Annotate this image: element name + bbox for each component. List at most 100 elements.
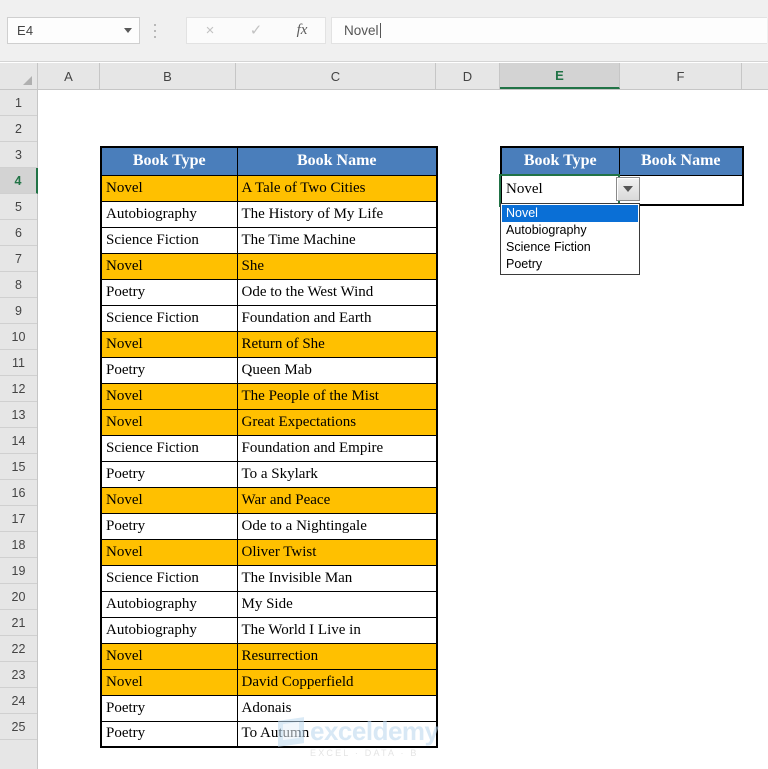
cell-book-type[interactable]: Poetry <box>100 694 238 722</box>
row-header-6[interactable]: 6 <box>0 220 37 246</box>
formula-bar-strip: E4 × ✓ fx Novel <box>0 0 768 62</box>
column-header-e[interactable]: E <box>500 63 620 89</box>
row-header-18[interactable]: 18 <box>0 532 37 558</box>
confirm-icon[interactable]: ✓ <box>233 18 279 43</box>
row-header-17[interactable]: 17 <box>0 506 37 532</box>
row-header-11[interactable]: 11 <box>0 350 37 376</box>
row-header-1[interactable]: 1 <box>0 90 37 116</box>
cell-book-type[interactable]: Novel <box>100 538 238 566</box>
cell-book-type[interactable]: Novel <box>100 252 238 280</box>
column-header-f[interactable]: F <box>620 63 742 89</box>
column-header-c[interactable]: C <box>236 63 436 89</box>
cell-book-name[interactable]: She <box>236 252 438 280</box>
formula-bar-grip-handle[interactable] <box>151 24 159 38</box>
formula-input[interactable]: Novel <box>331 17 767 44</box>
cell-book-name[interactable]: Great Expectations <box>236 408 438 436</box>
row-header-19[interactable]: 19 <box>0 558 37 584</box>
row-header-13[interactable]: 13 <box>0 402 37 428</box>
book-type-dropdown-cell[interactable]: Novel <box>500 174 620 206</box>
row-header-23[interactable]: 23 <box>0 662 37 688</box>
cell-book-name[interactable]: To Autumn <box>236 720 438 748</box>
cell-book-type[interactable]: Novel <box>100 382 238 410</box>
row-header-5[interactable]: 5 <box>0 194 37 220</box>
cell-book-name[interactable]: Oliver Twist <box>236 538 438 566</box>
cell-book-type[interactable]: Novel <box>100 408 238 436</box>
row-header-22[interactable]: 22 <box>0 636 37 662</box>
row-header-20[interactable]: 20 <box>0 584 37 610</box>
cell-book-name[interactable]: Return of She <box>236 330 438 358</box>
row-header-8[interactable]: 8 <box>0 272 37 298</box>
cell-book-type[interactable]: Science Fiction <box>100 564 238 592</box>
cell-book-type[interactable]: Novel <box>100 174 238 202</box>
row-header-3[interactable]: 3 <box>0 142 37 168</box>
cell-book-type[interactable]: Novel <box>100 642 238 670</box>
row-header-21[interactable]: 21 <box>0 610 37 636</box>
cell-book-type[interactable]: Novel <box>100 668 238 696</box>
cell-book-type[interactable]: Poetry <box>100 278 238 306</box>
cell-book-name[interactable]: To a Skylark <box>236 460 438 488</box>
dropdown-option[interactable]: Poetry <box>502 256 638 273</box>
name-box-dropdown-icon[interactable] <box>117 28 139 33</box>
cell-book-type[interactable]: Autobiography <box>100 616 238 644</box>
row-header-10[interactable]: 10 <box>0 324 37 350</box>
select-all-corner[interactable] <box>0 63 38 89</box>
row-header-15[interactable]: 15 <box>0 454 37 480</box>
cancel-icon[interactable]: × <box>187 18 233 43</box>
cell-book-name[interactable]: The World I Live in <box>236 616 438 644</box>
cell-book-type[interactable]: Poetry <box>100 720 238 748</box>
cell-book-name[interactable]: My Side <box>236 590 438 618</box>
dropdown-option[interactable]: Novel <box>502 205 638 222</box>
row-header-16[interactable]: 16 <box>0 480 37 506</box>
cell-book-name[interactable]: Foundation and Empire <box>236 434 438 462</box>
cell-book-type[interactable]: Novel <box>100 330 238 358</box>
table-row: Science Fiction Foundation and Earth <box>100 304 438 332</box>
row-header-4[interactable]: 4 <box>0 168 38 194</box>
cell-book-name[interactable]: Queen Mab <box>236 356 438 384</box>
insert-function-icon[interactable]: fx <box>279 18 325 43</box>
cell-book-name[interactable]: The Time Machine <box>236 226 438 254</box>
table-row: Poetry To Autumn <box>100 720 438 748</box>
cell-book-name[interactable]: A Tale of Two Cities <box>236 174 438 202</box>
table-row: Novel Return of She <box>100 330 438 358</box>
row-header-24[interactable]: 24 <box>0 688 37 714</box>
cell-book-name[interactable]: Resurrection <box>236 642 438 670</box>
cell-book-name[interactable]: Foundation and Earth <box>236 304 438 332</box>
column-header-d[interactable]: D <box>436 63 500 89</box>
table-row: Novel She <box>100 252 438 280</box>
cell-book-name[interactable]: The Invisible Man <box>236 564 438 592</box>
row-header-2[interactable]: 2 <box>0 116 37 142</box>
worksheet-canvas[interactable]: Book Type Book Name Novel A Tale of Two C… <box>38 90 768 769</box>
cell-book-type[interactable]: Autobiography <box>100 590 238 618</box>
dropdown-option[interactable]: Autobiography <box>502 222 638 239</box>
name-box[interactable]: E4 <box>7 17 140 44</box>
row-header-12[interactable]: 12 <box>0 376 37 402</box>
column-header-b[interactable]: B <box>100 63 236 89</box>
cell-book-type[interactable]: Science Fiction <box>100 226 238 254</box>
cell-book-type[interactable]: Poetry <box>100 356 238 384</box>
row-header-7[interactable]: 7 <box>0 246 37 272</box>
table-row: Science Fiction The Invisible Man <box>100 564 438 592</box>
cell-book-type[interactable]: Science Fiction <box>100 304 238 332</box>
cell-book-type[interactable]: Science Fiction <box>100 434 238 462</box>
cell-book-name[interactable]: The People of the Mist <box>236 382 438 410</box>
cell-book-name[interactable]: War and Peace <box>236 486 438 514</box>
table-row: Novel War and Peace <box>100 486 438 514</box>
column-title-book-type: Book Type <box>100 146 238 176</box>
row-header-25[interactable]: 25 <box>0 714 37 740</box>
table-row: Novel Oliver Twist <box>100 538 438 566</box>
cell-book-type[interactable]: Poetry <box>100 460 238 488</box>
cell-book-type[interactable]: Autobiography <box>100 200 238 228</box>
cell-book-type[interactable]: Novel <box>100 486 238 514</box>
cell-book-name[interactable]: Adonais <box>236 694 438 722</box>
row-header-14[interactable]: 14 <box>0 428 37 454</box>
dropdown-option[interactable]: Science Fiction <box>502 239 638 256</box>
column-header-a[interactable]: A <box>38 63 100 89</box>
dropdown-toggle-button[interactable] <box>616 177 640 201</box>
row-header-9[interactable]: 9 <box>0 298 37 324</box>
cell-book-name[interactable]: Ode to a Nightingale <box>236 512 438 540</box>
cell-book-type[interactable]: Poetry <box>100 512 238 540</box>
cell-book-name[interactable]: Ode to the West Wind <box>236 278 438 306</box>
cell-book-name[interactable]: The History of My Life <box>236 200 438 228</box>
dropdown-option-list[interactable]: Novel Autobiography Science Fiction Poetry <box>500 203 640 275</box>
cell-book-name[interactable]: David Copperfield <box>236 668 438 696</box>
